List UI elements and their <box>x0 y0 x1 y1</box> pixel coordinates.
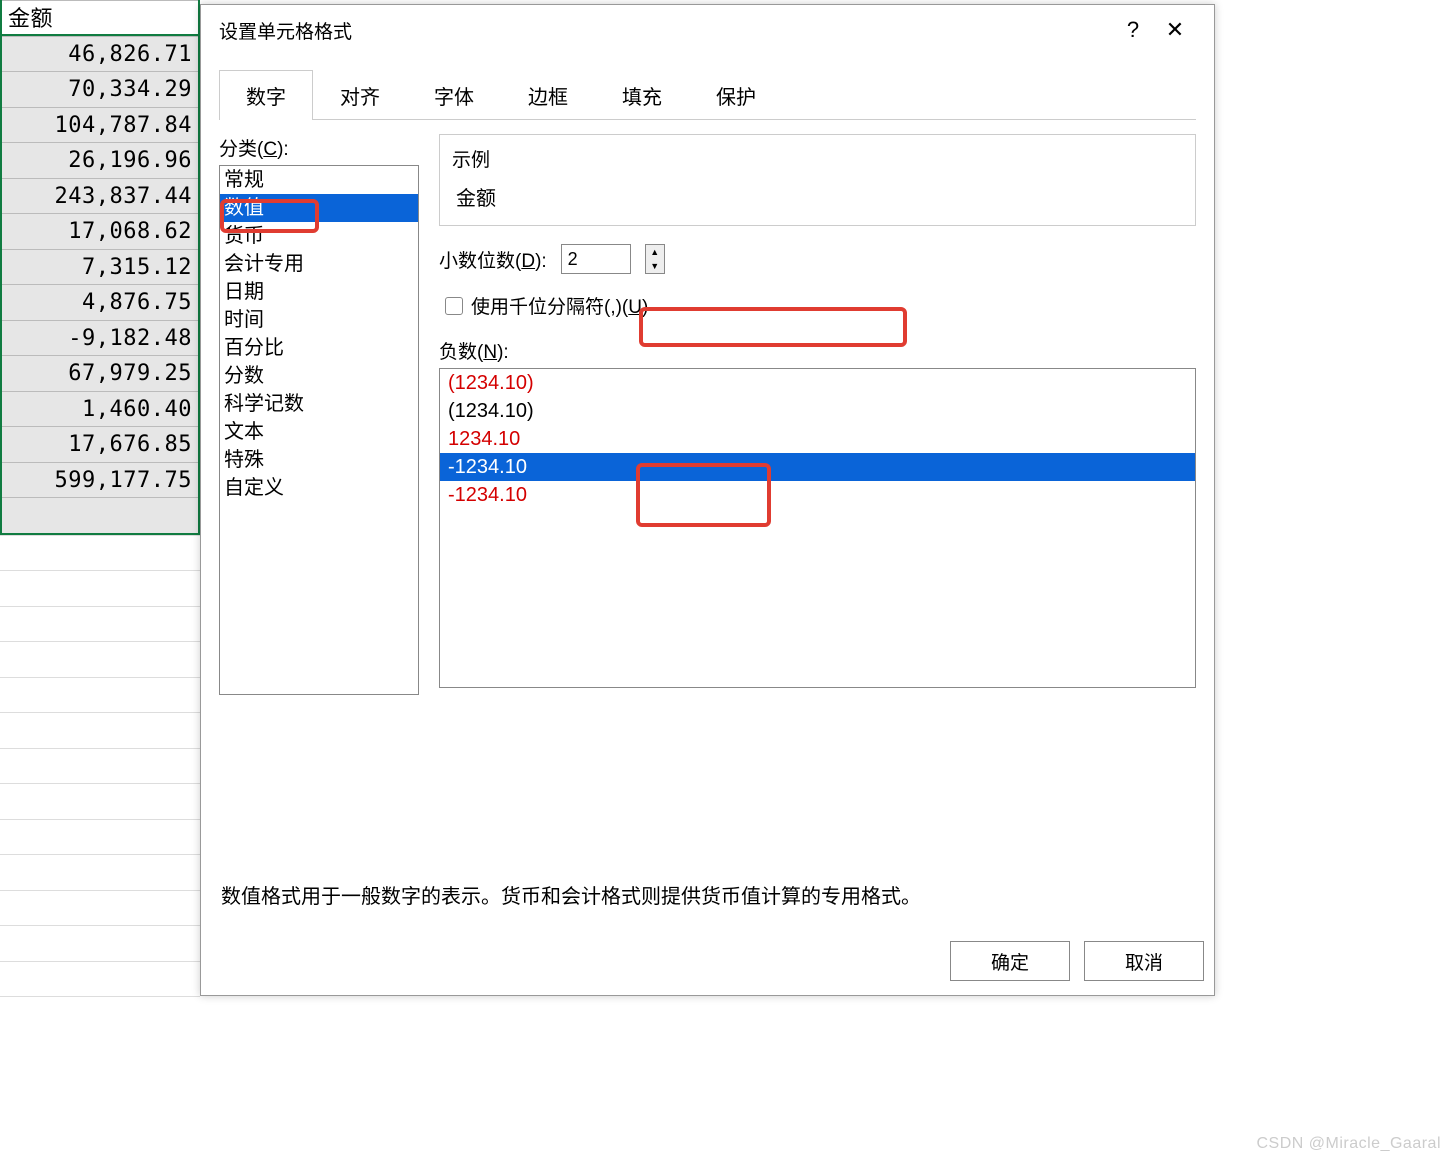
empty-cell[interactable] <box>0 641 200 677</box>
dialog-button-row: 确定 取消 <box>950 941 1204 981</box>
dialog-tabs: 数字对齐字体边框填充保护 <box>219 69 1196 120</box>
empty-cell[interactable] <box>0 535 200 571</box>
help-icon[interactable]: ? <box>1112 17 1154 43</box>
watermark: CSDN @Miracle_Gaaral <box>1256 1135 1441 1153</box>
tab-对齐[interactable]: 对齐 <box>313 70 407 120</box>
close-icon[interactable]: ✕ <box>1154 17 1196 43</box>
category-item[interactable]: 特殊 <box>220 446 418 474</box>
dialog-title: 设置单元格格式 <box>219 17 352 44</box>
tab-填充[interactable]: 填充 <box>595 70 689 120</box>
category-item[interactable]: 数值 <box>220 194 418 222</box>
data-cell[interactable]: 17,676.85 <box>2 426 198 462</box>
example-value: 金额 <box>452 182 1183 211</box>
category-item[interactable]: 自定义 <box>220 474 418 502</box>
data-cell[interactable]: 26,196.96 <box>2 142 198 178</box>
category-item[interactable]: 科学记数 <box>220 390 418 418</box>
category-item[interactable]: 货币 <box>220 222 418 250</box>
category-list[interactable]: 常规数值货币会计专用日期时间百分比分数科学记数文本特殊自定义 <box>219 165 419 695</box>
tab-保护[interactable]: 保护 <box>689 70 783 120</box>
decimal-places-input[interactable] <box>561 244 631 274</box>
data-cell[interactable]: 7,315.12 <box>2 249 198 285</box>
empty-cell[interactable] <box>0 677 200 713</box>
format-description: 数值格式用于一般数字的表示。货币和会计格式则提供货币值计算的专用格式。 <box>201 840 1214 909</box>
format-cells-dialog: 设置单元格格式 ? ✕ 数字对齐字体边框填充保护 分类(C): 常规数值货币会计… <box>200 4 1215 996</box>
tab-字体[interactable]: 字体 <box>407 70 501 120</box>
cancel-button[interactable]: 取消 <box>1084 941 1204 981</box>
decimal-spinner[interactable]: ▲ ▼ <box>645 244 665 274</box>
negative-option[interactable]: -1234.10 <box>440 453 1195 481</box>
data-cell-empty[interactable] <box>2 497 198 533</box>
data-cell[interactable]: 104,787.84 <box>2 107 198 143</box>
category-label: 分类(C): <box>219 134 419 161</box>
example-label: 示例 <box>452 145 1183 172</box>
tab-边框[interactable]: 边框 <box>501 70 595 120</box>
data-cell[interactable]: 17,068.62 <box>2 213 198 249</box>
category-item[interactable]: 时间 <box>220 306 418 334</box>
negative-option[interactable]: (1234.10) <box>440 369 1195 397</box>
empty-cell[interactable] <box>0 890 200 926</box>
data-cell[interactable]: 46,826.71 <box>2 36 198 72</box>
data-cell[interactable]: 243,837.44 <box>2 178 198 214</box>
empty-cell[interactable] <box>0 783 200 819</box>
empty-cell[interactable] <box>0 606 200 642</box>
empty-cell[interactable] <box>0 712 200 748</box>
negative-option[interactable]: (1234.10) <box>440 397 1195 425</box>
spinner-down-icon[interactable]: ▼ <box>646 259 664 273</box>
column-header[interactable]: 金额 <box>2 0 198 36</box>
selected-column[interactable]: 金额46,826.7170,334.29104,787.8426,196.962… <box>0 0 200 535</box>
spinner-up-icon[interactable]: ▲ <box>646 245 664 259</box>
tab-数字[interactable]: 数字 <box>219 70 313 120</box>
data-cell[interactable]: 599,177.75 <box>2 462 198 498</box>
data-cell[interactable]: 1,460.40 <box>2 391 198 427</box>
empty-cell[interactable] <box>0 854 200 890</box>
category-item[interactable]: 百分比 <box>220 334 418 362</box>
example-box: 示例 金额 <box>439 134 1196 226</box>
data-cell[interactable]: 4,876.75 <box>2 284 198 320</box>
empty-cell[interactable] <box>0 925 200 961</box>
spreadsheet-column: 金额46,826.7170,334.29104,787.8426,196.962… <box>0 0 200 1000</box>
empty-cell[interactable] <box>0 748 200 784</box>
category-panel: 分类(C): 常规数值货币会计专用日期时间百分比分数科学记数文本特殊自定义 <box>219 134 419 840</box>
negative-numbers-list[interactable]: (1234.10)(1234.10)1234.10-1234.10-1234.1… <box>439 368 1196 688</box>
ok-button[interactable]: 确定 <box>950 941 1070 981</box>
thousands-separator-label: 使用千位分隔符(,)(U) <box>471 292 648 319</box>
decimal-places-row: 小数位数(D): ▲ ▼ <box>439 244 1196 274</box>
negative-option[interactable]: -1234.10 <box>440 481 1195 509</box>
thousands-separator-row[interactable]: 使用千位分隔符(,)(U) <box>439 288 1196 323</box>
number-settings-panel: 示例 金额 小数位数(D): ▲ ▼ 使用千位分隔符(,)(U) <box>439 134 1196 840</box>
category-item[interactable]: 会计专用 <box>220 250 418 278</box>
empty-cell[interactable] <box>0 570 200 606</box>
data-cell[interactable]: 67,979.25 <box>2 355 198 391</box>
data-cell[interactable]: 70,334.29 <box>2 71 198 107</box>
category-item[interactable]: 文本 <box>220 418 418 446</box>
dialog-titlebar: 设置单元格格式 ? ✕ <box>201 5 1214 55</box>
data-cell[interactable]: -9,182.48 <box>2 320 198 356</box>
category-item[interactable]: 日期 <box>220 278 418 306</box>
category-item[interactable]: 常规 <box>220 166 418 194</box>
category-item[interactable]: 分数 <box>220 362 418 390</box>
decimal-places-label: 小数位数(D): <box>439 246 547 273</box>
negative-option[interactable]: 1234.10 <box>440 425 1195 453</box>
empty-cell[interactable] <box>0 819 200 855</box>
thousands-separator-checkbox[interactable] <box>445 297 463 315</box>
empty-cell[interactable] <box>0 961 200 997</box>
empty-cell[interactable] <box>0 996 200 1032</box>
negative-numbers-label: 负数(N): <box>439 337 1196 364</box>
